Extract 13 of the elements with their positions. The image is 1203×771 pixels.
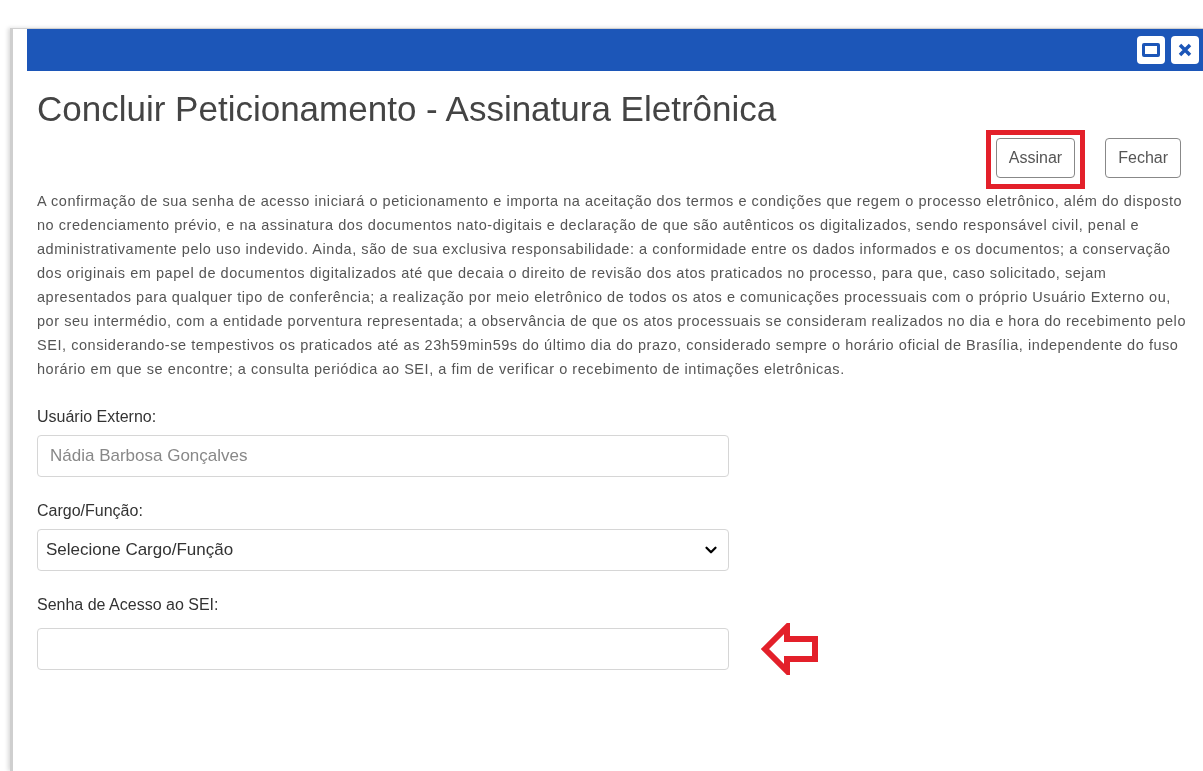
- field-label: Usuário Externo:: [37, 406, 158, 427]
- close-button[interactable]: [1171, 36, 1199, 64]
- terms-paragraph: A confirmação de sua senha de acesso iniciará o peticionamento e importa na aceitação dos termos e condições que regem o processo eletrônico, além do disposto no credenciamento prévio, e na assinatura dos documentos nato-digitais e declaração de que são autênticos os digitalizados, sendo responsável civil, penal e administrativamente pelo uso indevido. Ainda, são de sua exclusiva responsabilidade: a conformidade entre os dados informados e os documentos; a conservação dos originais em papel de documentos digitalizados até que decaia o direito de revisão dos atos praticados no processo, para que, caso solicitado, sejam apresentados para qualquer tipo de conferência; a realização por meio eletrônico de todos os atos e comunicações processuais com o próprio Usuário Externo ou, por seu intermédio, com a entidade porventura representada; a observância de que os atos processuais se consideram realizados no dia e hora do recebimento pelo SEI, considerando-se tempestivos os praticados até as 23h59min59s do último dia do prazo, considerado sempre o horário oficial de Brasília, independente do fuso horário em que se encontre; a consulta periódica ao SEI, a fim de verificar o recebimento de intimações eletrônicas.: [37, 191, 1187, 379]
- password-field[interactable]: [37, 627, 729, 670]
- field-label: Senha de Acesso ao SEI:: [37, 594, 220, 615]
- dialog-title: Concluir Peticionamento - Assinatura Eletrônica: [37, 88, 778, 130]
- close-icon: [1178, 43, 1192, 57]
- field-label: Cargo/Função:: [37, 500, 144, 521]
- dropdown-field[interactable]: Selecione Cargo/Função: [37, 528, 729, 571]
- maximize-icon: [1142, 43, 1160, 57]
- dialog-button[interactable]: Assinar: [995, 137, 1076, 178]
- maximize-button[interactable]: [1137, 36, 1165, 64]
- dialog-button[interactable]: Fechar: [1105, 137, 1181, 178]
